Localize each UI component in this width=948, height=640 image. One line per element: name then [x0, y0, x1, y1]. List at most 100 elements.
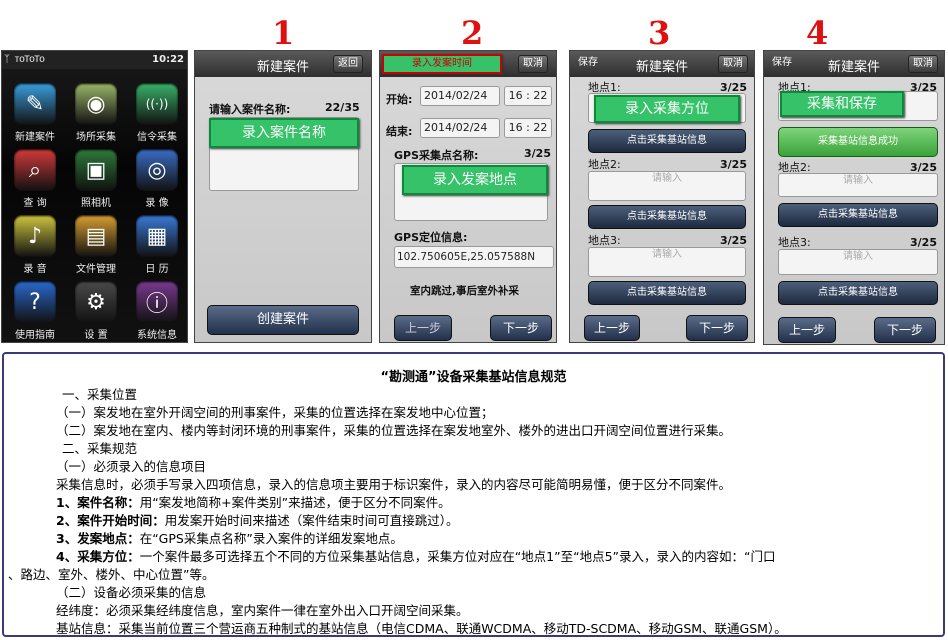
collect-station-button-3[interactable]: 点击采集基站信息	[778, 281, 938, 305]
point3-input[interactable]: 请输入	[778, 249, 938, 275]
end-label: 结束:	[386, 125, 413, 138]
point3-counter: 3/25	[720, 234, 747, 247]
spec-document: “勘测通”设备采集基站信息规范 一、采集位置 （一）案发地在室外开阔空间的刑事案…	[2, 352, 945, 637]
step-number-1: 1	[272, 14, 295, 52]
app-label: 日 历	[145, 264, 169, 275]
item-case-name-key: 1、案件名称：	[56, 495, 140, 510]
app-label: 照相机	[81, 198, 111, 209]
app-query[interactable]: ⌕ 查 询	[8, 149, 62, 209]
case-name-prompt: 请输入案件名称:	[209, 103, 291, 116]
cancel-button[interactable]: 取消	[518, 55, 548, 73]
point3-input[interactable]: 请输入	[588, 247, 746, 277]
app-calendar[interactable]: ▦ 日 历	[130, 215, 184, 275]
home-screen: ᛉ ᴛᴏTᴏTᴏ 10:22 ✎ 新建案件 ◉ 场所采集 ((·)) 信令采集 ⌕ 查 询 ▣ 照…	[1, 50, 188, 343]
app-label: 录 像	[145, 198, 169, 209]
prev-button[interactable]: 上一步	[394, 315, 452, 341]
item-case-start-key: 2、案件开始时间：	[56, 513, 165, 528]
point2-input[interactable]: 请输入	[778, 173, 938, 197]
calendar-icon: ▦	[136, 215, 178, 257]
start-time-field[interactable]: 16 : 22	[504, 86, 552, 106]
title-bar: 新建案件 返回	[195, 51, 371, 77]
app-label: 文件管理	[76, 264, 116, 275]
signal-icon: ((·))	[136, 83, 178, 125]
app-label: 录 音	[23, 264, 47, 275]
section-2-desc: 采集信息时，必须手写录入四项信息，录入的信息项主要用于标识案件，录入的内容尽可能…	[56, 477, 732, 492]
video-icon: ◎	[136, 149, 178, 191]
app-folder[interactable]: ▤ 文件管理	[69, 215, 123, 275]
title-bar: 保存 新建案件 取消	[570, 51, 754, 77]
point2-label: 地点2:	[588, 158, 621, 171]
item-collect-position: 4、采集方位：一个案件最多可选择五个不同的方位采集基站信息，采集方位对应在“地点…	[56, 546, 776, 565]
app-label: 使用指南	[15, 330, 55, 341]
status-time: 10:22	[152, 54, 184, 65]
folder-icon: ▤	[75, 215, 117, 257]
step-number-4: 4	[806, 14, 829, 52]
title-bar: 保存 新建案件 取消	[764, 51, 944, 77]
collect-station-button-2[interactable]: 点击采集基站信息	[588, 205, 746, 229]
gps-coords-field: 102.750605E,25.057588N	[394, 246, 554, 268]
create-case-button[interactable]: 创建案件	[207, 305, 359, 335]
app-video[interactable]: ◎ 录 像	[130, 149, 184, 209]
station-line: 基站信息：采集当前位置三个营运商五种制式的基站信息（电信CDMA、联通WCDMA…	[56, 621, 787, 636]
doc-title: “勘测通”设备采集基站信息规范	[380, 370, 567, 385]
item-collect-position-cont: 、路边、室外、楼外、中心位置”等。	[8, 567, 215, 582]
section-1-item-2: （二）案发地在室内、楼内等封闭环境的刑事案件，采集的位置选择在案发地室外、楼外的…	[56, 423, 732, 438]
app-gear[interactable]: ⚙ 设 置	[69, 281, 123, 341]
point3-counter: 3/25	[910, 236, 937, 249]
screen-collect-position: 保存 新建案件 取消 地点1: 3/25 录入采集方位 点击采集基站信息 地点2…	[569, 50, 755, 343]
help-icon: ?	[14, 281, 56, 323]
section-2-sub-2: （二）设备必须采集的信息	[56, 585, 207, 600]
item-case-place-value: 在“GPS采集点名称”录入案件的详细发案地点。	[139, 531, 403, 546]
app-label: 场所采集	[76, 132, 116, 143]
cancel-button[interactable]: 取消	[718, 55, 748, 73]
start-label: 开始:	[386, 93, 413, 106]
annotation-case-place: 录入发案地点	[402, 165, 548, 195]
item-case-start-value: 用发案开始时间来描述（案件结束时间可直接跳过）。	[164, 513, 459, 528]
collect-station-button-3[interactable]: 点击采集基站信息	[588, 281, 746, 305]
annotation-case-name: 录入案件名称	[209, 118, 359, 148]
next-button[interactable]: 下一步	[686, 315, 748, 341]
section-1-heading: 一、采集位置	[62, 387, 138, 402]
app-signal[interactable]: ((·)) 信令采集	[130, 83, 184, 143]
back-button[interactable]: 返回	[333, 55, 363, 73]
point2-counter: 3/25	[720, 158, 747, 171]
screen-new-case-name: 新建案件 返回 请输入案件名称: 22/35 录入案件名称 创建案件	[194, 50, 372, 343]
point3-label: 地点3:	[778, 236, 811, 249]
next-button[interactable]: 下一步	[874, 317, 936, 343]
app-help[interactable]: ? 使用指南	[8, 281, 62, 341]
end-time-field[interactable]: 16 : 22	[504, 118, 552, 138]
collect-station-button-1[interactable]: 点击采集基站信息	[588, 129, 746, 153]
app-mic[interactable]: ♪ 录 音	[8, 215, 62, 275]
app-new-case[interactable]: ✎ 新建案件	[8, 83, 62, 143]
annotation-collect-position: 录入采集方位	[594, 95, 740, 123]
end-date-field[interactable]: 2014/02/24	[420, 118, 500, 138]
collect-station-button-2[interactable]: 点击采集基站信息	[778, 203, 938, 227]
gear-icon: ⚙	[75, 281, 117, 323]
lonlat-line: 经纬度：必须采集经纬度信息，室内案件一律在室外出入口开阔空间采集。	[56, 603, 469, 618]
collect-success-button[interactable]: 采集基站信息成功	[778, 127, 938, 157]
app-satellite[interactable]: ◉ 场所采集	[69, 83, 123, 143]
section-2-heading: 二、采集规范	[62, 441, 138, 456]
indoor-note: 室内跳过,事后室外补采	[410, 285, 519, 297]
next-button[interactable]: 下一步	[490, 315, 552, 341]
prev-button[interactable]: 上一步	[778, 317, 836, 343]
app-label: 信令采集	[137, 132, 177, 143]
new-case-icon: ✎	[14, 83, 56, 125]
app-label: 新建案件	[15, 132, 55, 143]
item-case-place: 3、发案地点：在“GPS采集点名称”录入案件的详细发案地点。	[56, 528, 403, 547]
status-signal: ᛉ ᴛᴏTᴏTᴏ	[4, 55, 45, 66]
satellite-icon: ◉	[75, 83, 117, 125]
gps-name-label: GPS采集点名称:	[394, 149, 479, 162]
item-case-name-value: 用“案发地简称+案件类别”来描述，便于区分不同案件。	[139, 495, 451, 510]
app-camera[interactable]: ▣ 照相机	[69, 149, 123, 209]
mic-icon: ♪	[14, 215, 56, 257]
screen-case-time-place: 取消 录入发案时间 开始: 2014/02/24 16 : 22 结束: 201…	[379, 50, 557, 343]
prev-button[interactable]: 上一步	[584, 315, 640, 341]
app-info[interactable]: ⓘ 系统信息	[130, 281, 184, 341]
app-label: 设 置	[84, 330, 108, 341]
start-date-field[interactable]: 2014/02/24	[420, 86, 500, 106]
point2-input[interactable]: 请输入	[588, 171, 746, 201]
point3-label: 地点3:	[588, 234, 621, 247]
gps-position-label: GPS定位信息:	[394, 231, 468, 244]
cancel-button[interactable]: 取消	[908, 55, 938, 73]
